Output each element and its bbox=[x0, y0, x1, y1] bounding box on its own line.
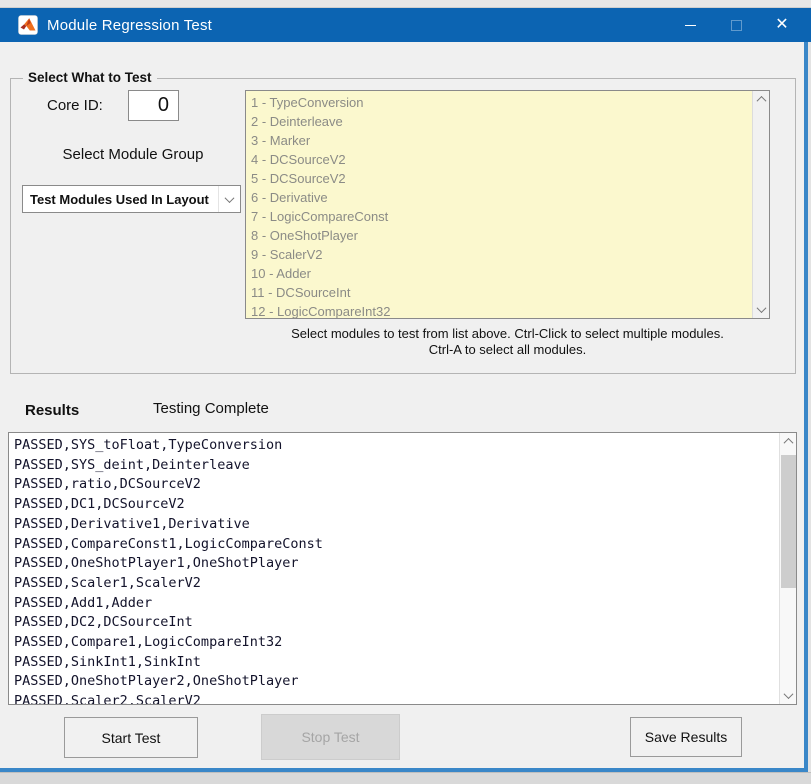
module-list-item[interactable]: 5 - DCSourceV2 bbox=[246, 169, 751, 188]
result-line[interactable]: PASSED,Add1,Adder bbox=[9, 594, 778, 614]
result-line[interactable]: PASSED,Scaler1,ScalerV2 bbox=[9, 574, 778, 594]
scroll-down-icon[interactable] bbox=[753, 301, 770, 318]
results-scrollbar[interactable] bbox=[779, 433, 796, 704]
window-controls: ✕ bbox=[667, 8, 805, 42]
module-listbox[interactable]: 1 - TypeConversion2 - Deinterleave3 - Ma… bbox=[245, 90, 770, 319]
module-selection-hint: Select modules to test from list above. … bbox=[245, 326, 770, 358]
save-results-button[interactable]: Save Results bbox=[630, 717, 742, 757]
hint-line-1: Select modules to test from list above. … bbox=[245, 326, 770, 342]
scrollbar-thumb[interactable] bbox=[781, 455, 796, 588]
minimize-icon bbox=[685, 25, 696, 26]
result-line[interactable]: PASSED,ratio,DCSourceV2 bbox=[9, 475, 778, 495]
matlab-icon bbox=[18, 15, 38, 35]
groupbox-legend: Select What to Test bbox=[23, 70, 157, 85]
dropdown-arrow-zone[interactable] bbox=[218, 186, 240, 212]
result-line[interactable]: PASSED,CompareConst1,LogicCompareConst bbox=[9, 535, 778, 555]
hint-line-2: Ctrl-A to select all modules. bbox=[245, 342, 770, 358]
module-list-item[interactable]: 11 - DCSourceInt bbox=[246, 283, 751, 302]
result-line[interactable]: PASSED,DC2,DCSourceInt bbox=[9, 613, 778, 633]
maximize-icon bbox=[731, 20, 742, 31]
core-id-label: Core ID: bbox=[47, 97, 103, 114]
stop-test-button: Stop Test bbox=[261, 714, 400, 760]
module-list-item[interactable]: 1 - TypeConversion bbox=[246, 93, 751, 112]
result-line[interactable]: PASSED,Scaler2,ScalerV2 bbox=[9, 692, 778, 704]
module-list-item[interactable]: 2 - Deinterleave bbox=[246, 112, 751, 131]
testing-status-text: Testing Complete bbox=[153, 400, 269, 417]
module-group-dropdown[interactable]: Test Modules Used In Layout bbox=[22, 185, 241, 213]
chevron-down-icon bbox=[225, 193, 235, 203]
module-group-label: Select Module Group bbox=[28, 146, 238, 163]
result-line[interactable]: PASSED,OneShotPlayer1,OneShotPlayer bbox=[9, 554, 778, 574]
maximize-button bbox=[713, 8, 759, 42]
result-line[interactable]: PASSED,DC1,DCSourceV2 bbox=[9, 495, 778, 515]
result-line[interactable]: PASSED,OneShotPlayer2,OneShotPlayer bbox=[9, 672, 778, 692]
window-title: Module Regression Test bbox=[47, 17, 212, 34]
desktop-bottom-strip bbox=[0, 772, 811, 784]
module-list-items: 1 - TypeConversion2 - Deinterleave3 - Ma… bbox=[246, 93, 751, 319]
scroll-up-icon[interactable] bbox=[753, 91, 770, 108]
result-line[interactable]: PASSED,Compare1,LogicCompareInt32 bbox=[9, 633, 778, 653]
module-list-item[interactable]: 7 - LogicCompareConst bbox=[246, 207, 751, 226]
scroll-down-icon[interactable] bbox=[780, 687, 797, 704]
module-list-item[interactable]: 4 - DCSourceV2 bbox=[246, 150, 751, 169]
scroll-up-icon[interactable] bbox=[780, 433, 797, 450]
module-list-item[interactable]: 12 - LogicCompareInt32 bbox=[246, 302, 751, 319]
close-icon: ✕ bbox=[775, 17, 788, 33]
desktop-background-strip bbox=[0, 0, 811, 8]
titlebar: Module Regression Test ✕ bbox=[0, 8, 811, 42]
module-list-item[interactable]: 9 - ScalerV2 bbox=[246, 245, 751, 264]
module-list-item[interactable]: 10 - Adder bbox=[246, 264, 751, 283]
module-list-scrollbar[interactable] bbox=[752, 91, 769, 318]
start-test-button[interactable]: Start Test bbox=[64, 717, 198, 758]
module-list-item[interactable]: 3 - Marker bbox=[246, 131, 751, 150]
result-line[interactable]: PASSED,SinkInt1,SinkInt bbox=[9, 653, 778, 673]
result-line[interactable]: PASSED,SYS_deint,Deinterleave bbox=[9, 456, 778, 476]
module-list-item[interactable]: 6 - Derivative bbox=[246, 188, 751, 207]
results-listbox[interactable]: PASSED,SYS_toFloat,TypeConversionPASSED,… bbox=[8, 432, 797, 705]
module-list-item[interactable]: 8 - OneShotPlayer bbox=[246, 226, 751, 245]
result-line[interactable]: PASSED,Derivative1,Derivative bbox=[9, 515, 778, 535]
minimize-button[interactable] bbox=[667, 8, 713, 42]
result-line[interactable]: PASSED,SYS_toFloat,TypeConversion bbox=[9, 436, 778, 456]
close-button[interactable]: ✕ bbox=[759, 8, 805, 42]
core-id-input[interactable] bbox=[128, 90, 179, 121]
results-lines: PASSED,SYS_toFloat,TypeConversionPASSED,… bbox=[9, 436, 778, 704]
results-label: Results bbox=[25, 402, 79, 419]
module-group-selected-value: Test Modules Used In Layout bbox=[30, 192, 209, 207]
